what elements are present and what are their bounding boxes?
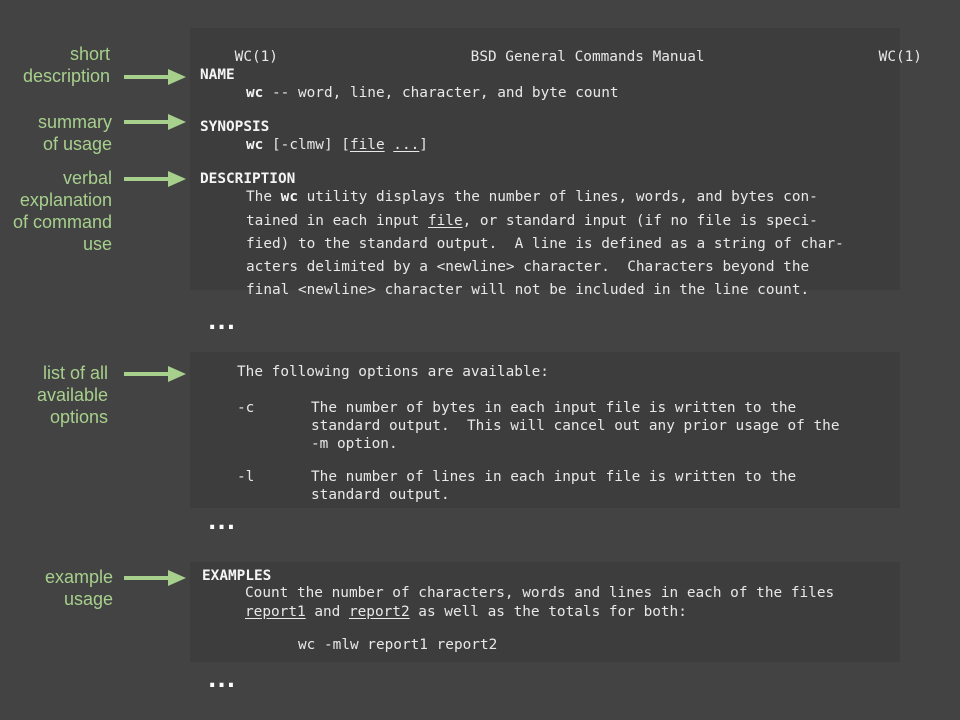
synopsis-heading: SYNOPSIS	[200, 119, 270, 135]
annotation-line: description	[22, 66, 110, 86]
annotation-line: explanation	[19, 190, 112, 210]
description-line-1: The wc utility displays the number of li…	[246, 189, 818, 205]
man-page-options: The following options are available: -c …	[190, 352, 900, 508]
options-intro: The following options are available:	[237, 364, 549, 380]
examples-command: wc -mlw report1 report2	[298, 637, 498, 653]
description-file-arg: file	[427, 213, 463, 229]
arrow-right-icon	[124, 69, 186, 85]
annotation-line: short	[69, 44, 110, 64]
header-right: WC(1)	[878, 49, 922, 65]
arrow-right-icon	[124, 171, 186, 187]
name-heading: NAME	[200, 67, 235, 83]
annotation-line: example	[44, 567, 113, 587]
description-cmd: wc	[280, 189, 298, 205]
ellipsis-2: ...	[208, 510, 237, 535]
synopsis-close: ]	[419, 137, 428, 153]
annotation-line: use	[82, 234, 112, 254]
annotation-line: summary	[37, 112, 112, 132]
annotation-line: of usage	[42, 134, 112, 154]
option-c-desc-2: standard output. This will cancel out an…	[311, 418, 840, 434]
annotation-list-of-options: list of all available options	[0, 362, 108, 428]
examples-line-2: report1 and report2 as well as the total…	[245, 604, 687, 620]
annotation-line: verbal	[62, 168, 112, 188]
synopsis-flags: [-clmw] [	[263, 137, 350, 153]
description-line-5: final <newline> character will not be in…	[246, 282, 810, 298]
arrow-right-icon	[124, 570, 186, 586]
annotation-line: available	[36, 385, 108, 405]
description-line-4: acters delimited by a <newline> characte…	[246, 259, 810, 275]
synopsis-more-arg: ...	[393, 137, 420, 153]
examples-report2: report2	[348, 604, 410, 620]
description-line-3: fied) to the standard output. A line is …	[246, 236, 844, 252]
examples-heading: EXAMPLES	[202, 568, 272, 584]
annotation-line: of command	[12, 212, 112, 232]
header-center: BSD General Commands Manual	[470, 49, 705, 65]
option-l-flag: -l	[237, 469, 255, 485]
examples-text: and	[305, 604, 349, 620]
description-heading: DESCRIPTION	[200, 171, 296, 187]
description-text: , or standard input (if no file is speci…	[462, 213, 818, 229]
option-c-desc-3: -m option.	[311, 436, 398, 452]
synopsis-file-arg: file	[349, 137, 385, 153]
annotation-line: list of all	[42, 363, 108, 383]
description-text: utility displays the number of lines, wo…	[297, 189, 818, 205]
description-line-2: tained in each input file, or standard i…	[246, 213, 818, 229]
name-cmd: wc	[246, 85, 264, 101]
option-c-flag: -c	[237, 400, 255, 416]
description-text: The	[246, 189, 281, 205]
annotation-example-usage: example usage	[0, 566, 113, 610]
header-left: WC(1)	[234, 49, 278, 65]
annotation-line: options	[49, 407, 108, 427]
annotation-summary-of-usage: summary of usage	[0, 111, 112, 155]
annotation-verbal-explanation: verbal explanation of command use	[0, 167, 112, 255]
man-page-top: WC(1) BSD General Commands Manual WC(1) …	[190, 28, 922, 298]
examples-line-1: Count the number of characters, words an…	[245, 585, 835, 601]
option-l-desc-2: standard output.	[311, 487, 450, 503]
examples-text: as well as the totals for both:	[409, 604, 687, 620]
synopsis-cmd: wc	[246, 137, 264, 153]
ellipsis-3: ...	[208, 668, 237, 693]
ellipsis-1: ...	[208, 310, 237, 335]
name-text: -- word, line, character, and byte count	[263, 85, 619, 101]
synopsis-space	[385, 137, 394, 153]
synopsis-usage: wc [-clmw] [file ...]	[246, 137, 428, 153]
name-description: wc -- word, line, character, and byte co…	[246, 85, 619, 101]
annotation-line: usage	[63, 589, 113, 609]
description-text: tained in each input	[246, 213, 428, 229]
annotation-short-description: short description	[0, 43, 110, 87]
arrow-right-icon	[124, 366, 186, 382]
option-l-desc-1: The number of lines in each input file i…	[311, 469, 797, 485]
arrow-right-icon	[124, 114, 186, 130]
examples-report1: report1	[245, 604, 306, 620]
man-page-examples: EXAMPLES Count the number of characters,…	[190, 562, 900, 662]
option-c-desc-1: The number of bytes in each input file i…	[311, 400, 797, 416]
